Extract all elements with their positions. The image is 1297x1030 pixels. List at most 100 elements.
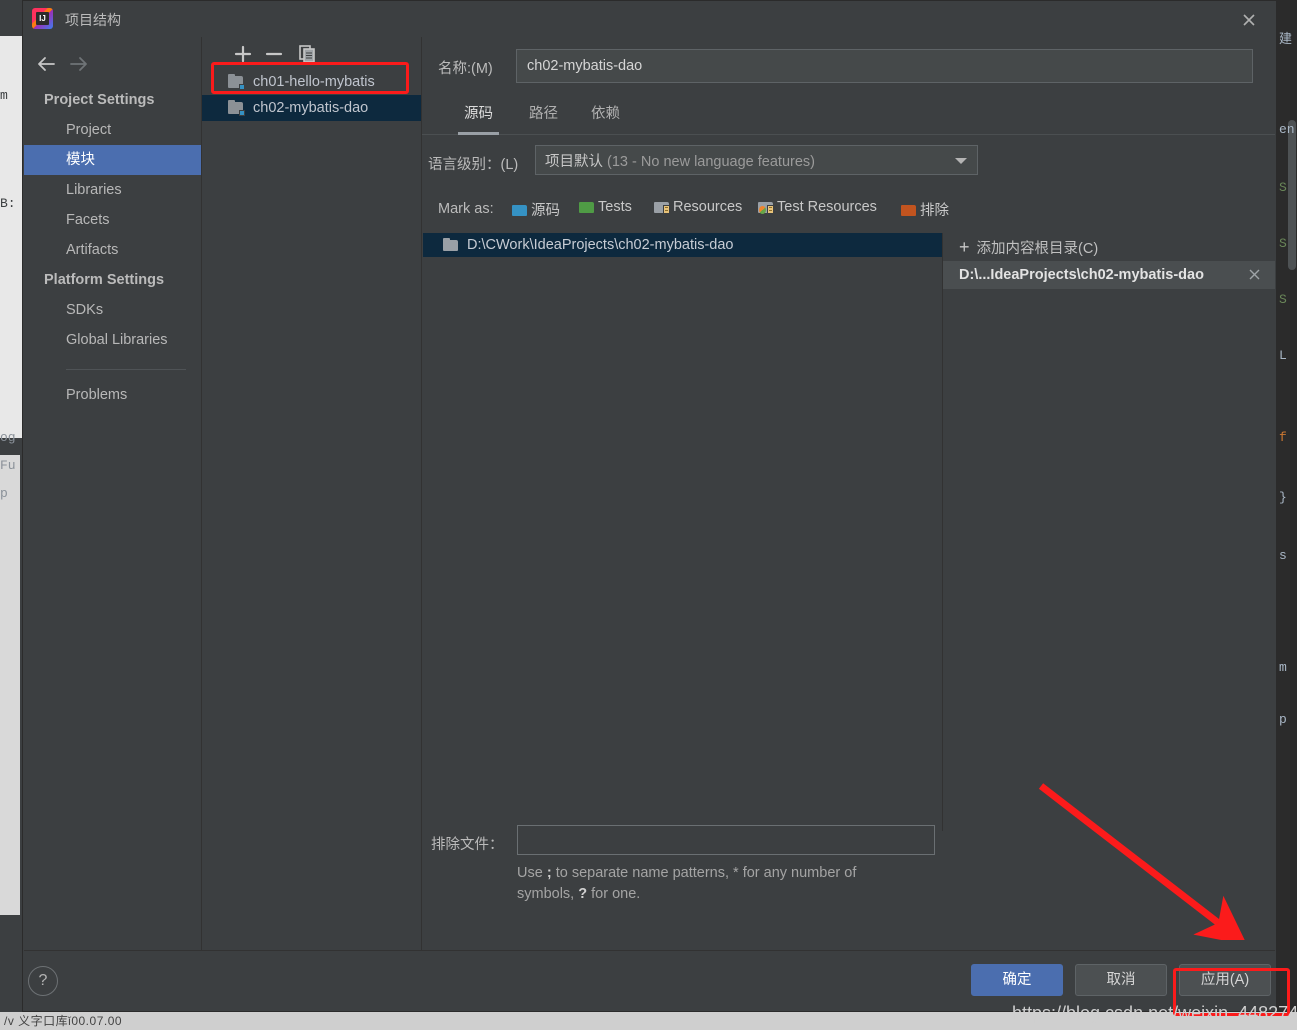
exclude-files-hint: Use ; to separate name patterns, * for a… — [517, 863, 917, 905]
mark-as-tests-button[interactable]: Tests — [579, 199, 632, 215]
mark-as-option-label: Test Resources — [777, 199, 877, 215]
module-name-input[interactable] — [516, 49, 1253, 83]
content-root-list: + 添加内容根目录(C) D:\...IdeaProjects\ch02-myb… — [943, 233, 1275, 831]
intellij-idea-icon — [32, 8, 53, 29]
plus-icon[interactable] — [231, 42, 255, 66]
module-icon — [228, 99, 245, 116]
content-root-entry[interactable]: D:\...IdeaProjects\ch02-mybatis-dao — [943, 261, 1275, 289]
content-root-path: D:\CWork\IdeaProjects\ch02-mybatis-dao — [467, 237, 734, 253]
mark-as-sources-button[interactable]: 源码 — [512, 199, 560, 220]
exclude-files-label: 排除文件： — [431, 837, 504, 853]
mark-as-label: Mark as: — [438, 201, 494, 217]
background-fragment: f — [1279, 430, 1287, 445]
module-icon — [228, 73, 245, 90]
language-level-row: 语言级别：(L) 项目默认 (13 - No new language feat… — [422, 145, 1275, 179]
tab-sources[interactable]: 源码 — [458, 99, 499, 135]
module-item-label: ch02-mybatis-dao — [253, 100, 369, 116]
module-editor-panel: 名称:(M) 源码 路径 依赖 语言级别：(L) 项目默认 (13 - No n… — [421, 37, 1275, 951]
close-icon[interactable] — [1247, 267, 1262, 282]
folder-test-resources-icon — [758, 200, 774, 214]
hint-post: for one. — [587, 886, 641, 902]
hint-pre: Use — [517, 865, 547, 881]
nav-history-buttons — [24, 47, 201, 81]
watermark-text: https://blog.csdn.net/weixin_44827418 — [1012, 1003, 1297, 1023]
copy-icon[interactable] — [295, 42, 319, 66]
modules-toolbar — [202, 37, 421, 69]
language-level-select[interactable]: 项目默认 (13 - No new language features) — [535, 145, 978, 175]
background-fragment: B: — [0, 196, 16, 211]
sidebar-item-global-libraries[interactable]: Global Libraries — [24, 325, 201, 355]
content-root-entry-label: D:\...IdeaProjects\ch02-mybatis-dao — [959, 267, 1204, 283]
module-name-row: 名称:(M) — [422, 45, 1275, 85]
modules-panel: ch01-hello-mybatis ch02-mybatis-dao — [201, 37, 421, 951]
exclude-files-input[interactable] — [517, 825, 935, 855]
sidebar-item-problems[interactable]: Problems — [24, 380, 201, 410]
language-level-detail: (13 - No new language features) — [607, 153, 815, 170]
module-item-ch02[interactable]: ch02-mybatis-dao — [202, 95, 421, 121]
cancel-button[interactable]: 取消 — [1075, 964, 1167, 996]
ok-button[interactable]: 确定 — [971, 964, 1063, 996]
arrow-right-icon[interactable] — [66, 51, 92, 77]
background-fragment: m — [1279, 660, 1287, 675]
mark-as-excluded-button[interactable]: 排除 — [901, 199, 949, 220]
ide-status-text: /v 义字口库ǐ00.07.00 — [4, 1014, 123, 1028]
background-fragment: Fu — [0, 458, 16, 473]
settings-nav-list: Project Settings Project 模块 Libraries Fa… — [24, 85, 201, 410]
background-fragment: 建 — [1279, 32, 1293, 47]
mark-as-resources-button[interactable]: Resources — [654, 199, 742, 215]
folder-excluded-icon — [901, 203, 917, 217]
background-fragment: s — [1279, 548, 1287, 563]
apply-button[interactable]: 应用(A) — [1179, 964, 1271, 996]
content-root-tree-item[interactable]: D:\CWork\IdeaProjects\ch02-mybatis-dao — [423, 233, 942, 257]
mark-as-test-resources-button[interactable]: Test Resources — [758, 199, 877, 215]
module-name-label: 名称:(M) — [438, 61, 493, 77]
arrow-left-icon[interactable] — [34, 51, 60, 77]
hint-mid: to separate name patterns, * for any num… — [517, 865, 857, 902]
exclude-files-section: 排除文件： Use ; to separate name patterns, *… — [423, 825, 943, 917]
mark-as-row: Mark as: 源码 Tests Resources Test Resourc… — [422, 197, 1275, 225]
background-fragment: m — [0, 88, 8, 103]
sidebar-item-artifacts[interactable]: Artifacts — [24, 235, 201, 265]
folder-tests-icon — [579, 200, 595, 214]
sidebar-item-modules[interactable]: 模块 — [24, 145, 201, 175]
folder-icon — [443, 238, 459, 252]
background-fragment: en — [1279, 122, 1295, 137]
background-fragment: } — [1279, 490, 1287, 505]
nav-divider — [66, 369, 186, 370]
mark-as-option-label: 源码 — [531, 203, 560, 219]
language-level-value: 项目默认 — [545, 153, 603, 170]
content-root-tree: D:\CWork\IdeaProjects\ch02-mybatis-dao — [423, 233, 943, 831]
add-content-root-button[interactable]: + 添加内容根目录(C) — [943, 233, 1275, 261]
mark-as-option-label: Tests — [598, 199, 632, 215]
hint-question: ? — [578, 886, 588, 902]
module-tabs: 源码 路径 依赖 — [422, 99, 1275, 135]
sidebar-item-facets[interactable]: Facets — [24, 205, 201, 235]
help-icon[interactable]: ? — [28, 966, 58, 996]
background-fragment: og — [0, 430, 16, 445]
nav-group-project-settings: Project Settings — [44, 92, 155, 108]
sidebar-item-project[interactable]: Project — [24, 115, 201, 145]
module-item-ch01[interactable]: ch01-hello-mybatis — [202, 69, 421, 95]
tab-paths[interactable]: 路径 — [523, 99, 564, 135]
background-fragment: S — [1279, 180, 1287, 195]
background-fragment: p — [1279, 712, 1287, 727]
mark-as-option-label: Resources — [673, 199, 743, 215]
content-root-section: D:\CWork\IdeaProjects\ch02-mybatis-dao +… — [423, 233, 1275, 831]
modules-list: ch01-hello-mybatis ch02-mybatis-dao — [202, 69, 421, 951]
project-structure-dialog: 项目结构 — [22, 0, 1277, 1012]
editor-scrollbar[interactable] — [1288, 120, 1296, 270]
language-level-label: 语言级别：(L) — [428, 157, 519, 173]
folder-sources-icon — [512, 203, 528, 217]
tab-dependencies[interactable]: 依赖 — [585, 99, 626, 135]
sidebar-item-libraries[interactable]: Libraries — [24, 175, 201, 205]
background-fragment: S — [1279, 236, 1287, 251]
close-icon[interactable] — [1236, 7, 1262, 33]
background-fragment: p — [0, 486, 8, 501]
minus-icon[interactable] — [262, 42, 286, 66]
background-left-editor-light-2 — [0, 455, 20, 915]
dialog-titlebar: 项目结构 — [23, 1, 1276, 37]
sidebar-item-sdks[interactable]: SDKs — [24, 295, 201, 325]
background-fragment: L — [1279, 348, 1287, 363]
plus-icon: + — [959, 237, 970, 257]
dialog-title: 项目结构 — [65, 12, 121, 28]
